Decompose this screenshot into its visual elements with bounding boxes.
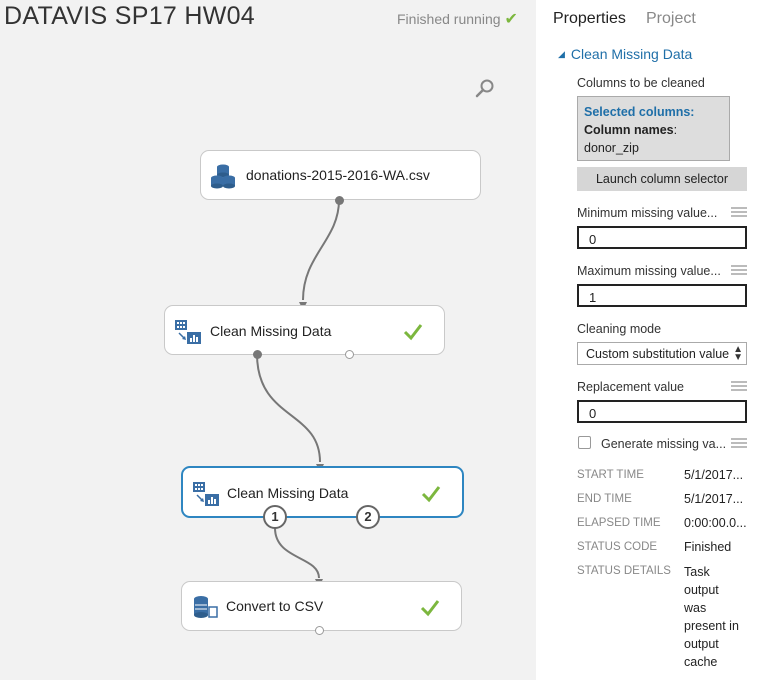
drag-handle-icon[interactable] — [731, 207, 747, 218]
selected-columns-box: Selected columns: Column names: donor_zi… — [577, 96, 730, 161]
max-missing-input[interactable]: 1 — [577, 284, 747, 307]
section-title: Clean Missing Data — [570, 46, 693, 62]
end-time-label: END TIME — [577, 493, 632, 505]
dataset-module[interactable]: donations-2015-2016-WA.csv — [200, 150, 481, 200]
elapsed-time-value: 0:00:00.0... — [684, 516, 747, 530]
clean-missing-data-module-2[interactable]: Clean Missing Data — [181, 466, 464, 518]
cleaning-mode-select[interactable]: Custom substitution value ▲ ▼ — [577, 342, 747, 365]
convert-to-csv-module[interactable]: Convert to CSV — [181, 581, 462, 631]
output-port-2[interactable]: 2 — [356, 505, 380, 529]
output-port-1[interactable]: 1 — [263, 505, 287, 529]
status-details-value: Task output was present in output cache — [684, 565, 739, 669]
column-names-value: donor_zip — [584, 141, 639, 155]
experiment-canvas[interactable]: DATAVIS SP17 HW04 Finished running ✔ dona… — [0, 0, 536, 680]
status-code-label: STATUS CODE — [577, 541, 658, 553]
module-label: Convert to CSV — [226, 598, 324, 614]
collapse-triangle-icon: ◢ — [558, 49, 565, 59]
check-icon — [420, 600, 440, 617]
start-time-value: 5/1/2017... — [684, 468, 744, 482]
column-names-row: Column names: — [584, 123, 678, 137]
elapsed-time-label: ELAPSED TIME — [577, 517, 661, 529]
clean-data-icon — [193, 482, 219, 506]
clean-missing-data-module-1[interactable]: Clean Missing Data — [164, 305, 445, 355]
module-label: Clean Missing Data — [227, 485, 349, 501]
drag-handle-icon[interactable] — [731, 381, 747, 392]
input-port[interactable] — [253, 350, 262, 359]
cleaning-mode-value: Custom substitution value — [586, 347, 730, 361]
status-code-value: Finished — [684, 540, 732, 554]
replacement-label: Replacement value — [577, 380, 685, 394]
end-time-value: 5/1/2017... — [684, 492, 744, 506]
selected-columns-label: Selected columns: — [584, 105, 695, 119]
columns-label: Columns to be cleaned — [577, 76, 705, 90]
tab-project[interactable]: Project — [646, 10, 696, 28]
output-port[interactable] — [315, 626, 324, 635]
connector-1 — [302, 199, 340, 301]
min-missing-label: Minimum missing value... — [577, 206, 718, 220]
min-missing-input[interactable]: 0 — [577, 226, 747, 249]
replacement-input[interactable]: 0 — [577, 400, 747, 423]
connector-3 — [274, 527, 320, 579]
section-header[interactable]: ◢ Clean Missing Data — [558, 46, 692, 62]
dataset-icon — [211, 164, 235, 189]
generate-missing-label: Generate missing va... — [601, 437, 727, 451]
output-port[interactable] — [335, 196, 344, 205]
clean-data-icon — [175, 320, 201, 344]
cleaning-mode-label: Cleaning mode — [577, 322, 662, 336]
drag-handle-icon[interactable] — [731, 438, 747, 449]
start-time-label: START TIME — [577, 469, 644, 481]
convert-icon — [194, 596, 218, 618]
generate-missing-checkbox[interactable] — [578, 436, 591, 449]
tab-properties[interactable]: Properties — [553, 10, 626, 28]
max-missing-label: Maximum missing value... — [577, 264, 721, 278]
check-icon — [403, 324, 423, 341]
launch-column-selector-button[interactable]: Launch column selector — [577, 167, 747, 191]
drag-handle-icon[interactable] — [731, 265, 747, 276]
status-details-label: STATUS DETAILS — [577, 565, 671, 577]
column-names-label: Column names — [584, 123, 674, 137]
module-label: donations-2015-2016-WA.csv — [246, 167, 430, 183]
module-label: Clean Missing Data — [210, 323, 332, 339]
output-port[interactable] — [345, 350, 354, 359]
connector-2 — [256, 353, 321, 463]
select-arrows-icon: ▲ ▼ — [733, 344, 743, 363]
check-icon — [421, 486, 441, 503]
